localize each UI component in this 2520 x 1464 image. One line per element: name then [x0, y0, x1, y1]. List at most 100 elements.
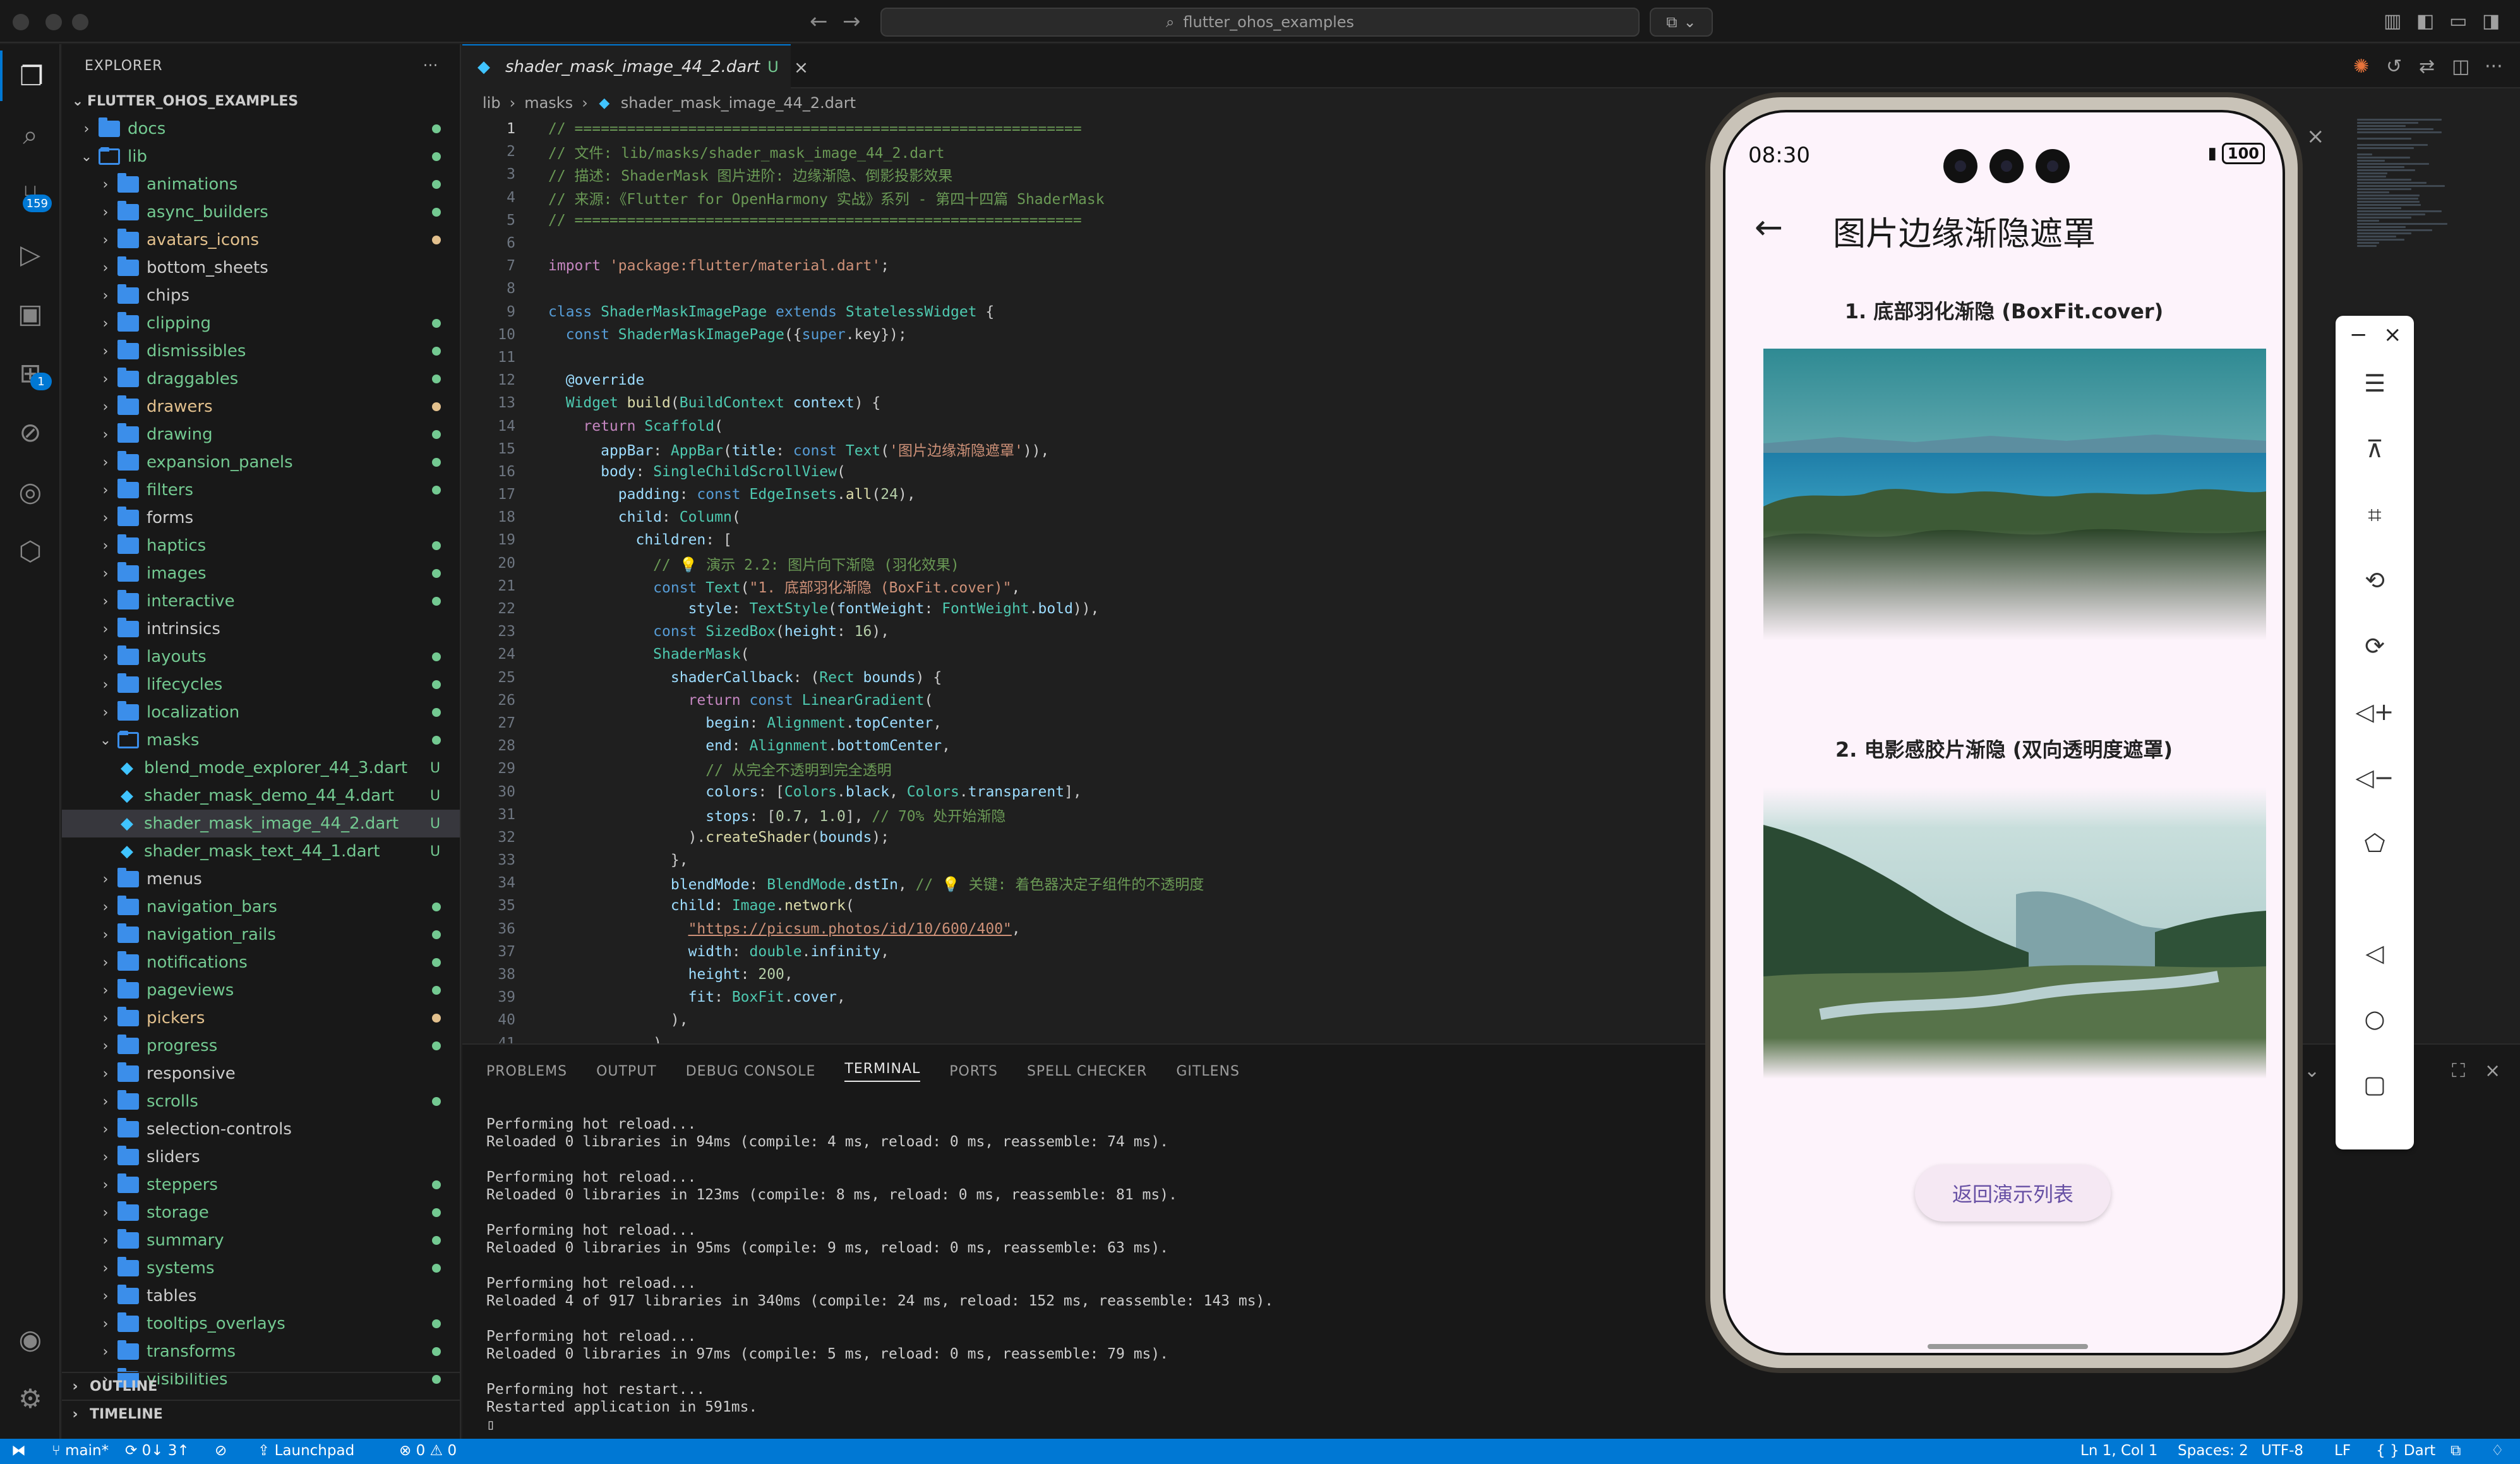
nav-home-icon[interactable]: ○: [2336, 997, 2414, 1041]
code-editor[interactable]: 1 // ====================================…: [462, 117, 1725, 1052]
rotate-left-icon[interactable]: ⟲: [2336, 558, 2414, 603]
code-line[interactable]: 3 // 描述: ShaderMask 图片进阶: 边缘渐隐、倒影投影效果: [462, 163, 1725, 186]
folder-item[interactable]: › scrolls: [62, 1088, 460, 1115]
rotate-right-icon[interactable]: ⟳: [2336, 624, 2414, 668]
more-actions-icon[interactable]: ···: [423, 58, 438, 74]
nav-back-icon[interactable]: ◁: [2336, 931, 2414, 975]
folder-item[interactable]: › summary: [62, 1227, 460, 1254]
extensions-icon[interactable]: ⊞ 1: [0, 347, 61, 398]
code-line[interactable]: 10 const ShaderMaskImagePage({super.key}…: [462, 323, 1725, 346]
code-line[interactable]: 8: [462, 277, 1725, 300]
workspace-root[interactable]: ⌄ FLUTTER_OHOS_EXAMPLES: [62, 87, 460, 115]
panel-tab-debug-console[interactable]: DEBUG CONSOLE: [686, 1064, 816, 1079]
window-minimize-button[interactable]: [45, 14, 62, 30]
code-line[interactable]: 5 // ====================================…: [462, 209, 1725, 232]
folder-item[interactable]: › sliders: [62, 1143, 460, 1171]
code-line[interactable]: 18 child: Column(: [462, 506, 1725, 529]
folder-item[interactable]: › avatars_icons: [62, 226, 460, 254]
timeline-section[interactable]: › TIMELINE: [62, 1400, 460, 1427]
code-line[interactable]: 2 // 文件: lib/masks/shader_mask_image_44_2…: [462, 140, 1725, 163]
search-view-icon[interactable]: ⌕: [0, 110, 61, 160]
code-line[interactable]: 14 return Scaffold(: [462, 414, 1725, 437]
close-tab-icon[interactable]: ×: [794, 57, 808, 78]
account-icon[interactable]: ◉: [0, 1314, 61, 1364]
folder-item[interactable]: ⌄ masks: [62, 726, 460, 754]
terminal-output[interactable]: Performing hot reload... Reloaded 0 libra…: [486, 1115, 1273, 1434]
back-to-list-button[interactable]: 返回演示列表: [1915, 1165, 2111, 1221]
folder-item[interactable]: › localization: [62, 699, 460, 726]
launchpad-status[interactable]: ⇪ Launchpad: [258, 1443, 354, 1459]
file-item[interactable]: ◆ shader_mask_demo_44_4.dart U: [62, 782, 460, 810]
emulator-minimize-icon[interactable]: −: [2349, 322, 2368, 347]
folder-item[interactable]: › animations: [62, 171, 460, 198]
copilot-button[interactable]: ⧉ ⌄: [1650, 8, 1713, 37]
gitlens-icon[interactable]: ⊘: [0, 407, 61, 457]
code-line[interactable]: 27 begin: Alignment.topCenter,: [462, 712, 1725, 735]
remote-explorer-icon[interactable]: ▣: [0, 288, 61, 339]
code-line[interactable]: 4 // 来源:《Flutter for OpenHarmony 实战》系列 - …: [462, 186, 1725, 209]
code-line[interactable]: 11: [462, 346, 1725, 369]
timeline-history-icon[interactable]: ↺: [2386, 56, 2402, 78]
window-zoom-button[interactable]: [72, 14, 88, 30]
code-line[interactable]: 9 class ShaderMaskImagePage extends State…: [462, 301, 1725, 323]
app-back-arrow-icon[interactable]: ←: [1755, 207, 1783, 247]
git-graph-icon[interactable]: ◎: [0, 466, 61, 517]
code-line[interactable]: 19 children: [: [462, 529, 1725, 551]
explorer-icon[interactable]: ❐: [0, 51, 61, 101]
code-line[interactable]: 6: [462, 232, 1725, 255]
layout-icon[interactable]: ▥: [2384, 10, 2401, 32]
sync-status[interactable]: ⟳ 0↓ 3↑: [125, 1443, 189, 1459]
source-control-icon[interactable]: ⑂ 159: [0, 169, 61, 220]
chevron-down-icon[interactable]: ⌄: [2304, 1060, 2320, 1082]
editor-more-icon[interactable]: ···: [2485, 56, 2503, 78]
code-line[interactable]: 36 "https://picsum.photos/id/10/600/400"…: [462, 918, 1725, 940]
line-endings[interactable]: LF: [2334, 1443, 2351, 1459]
run-debug-icon[interactable]: ▷: [0, 229, 61, 279]
volume-down-icon[interactable]: ◁−: [2336, 755, 2414, 800]
folder-item[interactable]: › storage: [62, 1199, 460, 1227]
code-line[interactable]: 35 child: Image.network(: [462, 894, 1725, 917]
window-close-button[interactable]: [13, 14, 29, 30]
copilot-status-icon[interactable]: ⧉: [2451, 1443, 2461, 1459]
language-mode[interactable]: { } Dart: [2376, 1443, 2435, 1459]
forward-arrow-icon[interactable]: →: [843, 9, 861, 34]
folder-item[interactable]: › notifications: [62, 949, 460, 976]
code-line[interactable]: 33 },: [462, 849, 1725, 872]
folder-item[interactable]: › bottom_sheets: [62, 254, 460, 282]
cursor-position[interactable]: Ln 1, Col 1: [2080, 1443, 2157, 1459]
file-item[interactable]: ◆ shader_mask_text_44_1.dart U: [62, 837, 460, 865]
folder-item[interactable]: › responsive: [62, 1060, 460, 1088]
outline-section[interactable]: › OUTLINE: [62, 1372, 460, 1400]
folder-item[interactable]: › navigation_bars: [62, 893, 460, 921]
editor-tab[interactable]: ◆ shader_mask_image_44_2.dart U ×: [462, 44, 808, 88]
folder-item[interactable]: › dismissibles: [62, 337, 460, 365]
settings-gear-icon[interactable]: ⚙: [0, 1373, 61, 1424]
folder-item[interactable]: › chips: [62, 282, 460, 309]
code-line[interactable]: 25 shaderCallback: (Rect bounds) {: [462, 666, 1725, 689]
volume-up-icon[interactable]: ◁+: [2336, 690, 2414, 734]
code-line[interactable]: 29 // 从完全不透明到完全透明: [462, 757, 1725, 780]
encoding[interactable]: UTF-8: [2261, 1443, 2303, 1459]
folder-item[interactable]: › drawing: [62, 421, 460, 448]
code-line[interactable]: 21 const Text("1. 底部羽化渐隐 (BoxFit.cover)"…: [462, 575, 1725, 597]
folder-item[interactable]: › expansion_panels: [62, 448, 460, 476]
code-line[interactable]: 31 stops: [0.7, 1.0], // 70% 处开始渐隐: [462, 803, 1725, 826]
toggle-sidebar-icon[interactable]: ◧: [2416, 10, 2434, 32]
menu-icon[interactable]: ☰: [2336, 361, 2414, 405]
code-line[interactable]: 1 // ====================================…: [462, 117, 1725, 140]
folder-item[interactable]: › drawers: [62, 393, 460, 421]
code-line[interactable]: 23 const SizedBox(height: 16),: [462, 620, 1725, 643]
folder-item[interactable]: › lifecycles: [62, 671, 460, 699]
package-icon[interactable]: ⬡: [0, 525, 61, 576]
breadcrumb-item[interactable]: masks: [524, 94, 573, 112]
phone-screen[interactable]: 08:30 ▮ 100 ← 图片边缘渐隐遮罩 1. 底部羽化渐隐 (BoxFit…: [1723, 110, 2285, 1355]
close-emulator-icon[interactable]: ×: [2307, 124, 2325, 149]
code-line[interactable]: 37 width: double.infinity,: [462, 940, 1725, 963]
folder-item[interactable]: › tooltips_overlays: [62, 1310, 460, 1338]
folder-item[interactable]: › transforms: [62, 1338, 460, 1365]
folder-item[interactable]: › selection-controls: [62, 1115, 460, 1143]
folder-item[interactable]: › async_builders: [62, 198, 460, 226]
problems-status[interactable]: ⊗ 0 ⚠ 0: [399, 1443, 457, 1459]
code-line[interactable]: 39 fit: BoxFit.cover,: [462, 986, 1725, 1009]
folder-item[interactable]: › pickers: [62, 1004, 460, 1032]
